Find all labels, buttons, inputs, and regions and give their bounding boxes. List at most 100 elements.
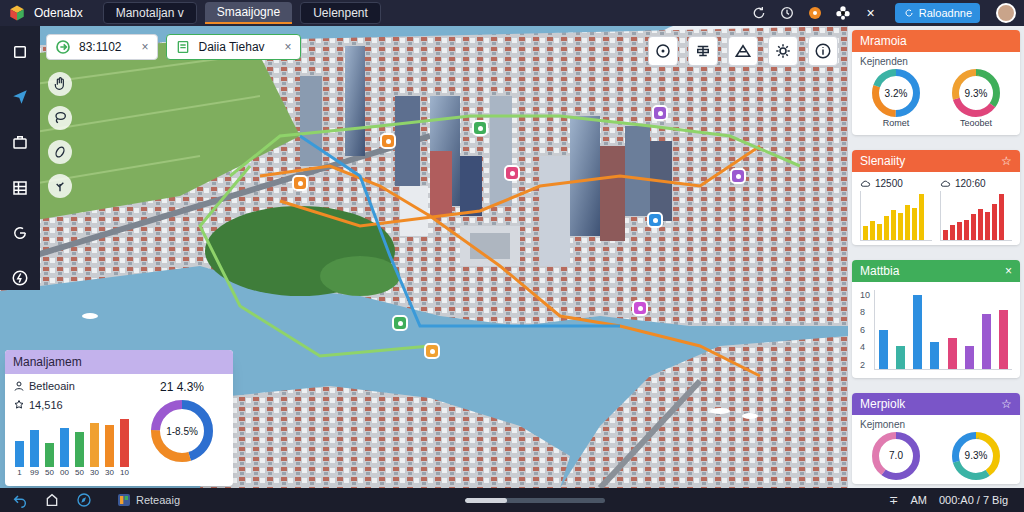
donut-cell: 7.0 <box>872 432 920 480</box>
flower-icon[interactable] <box>835 5 851 21</box>
user-avatar[interactable] <box>996 3 1016 23</box>
sidebar-item[interactable] <box>8 176 32 199</box>
bar-column: 30 <box>88 419 101 478</box>
sidebar-item[interactable] <box>8 221 32 244</box>
mini-chart-value: 12500 <box>875 176 903 191</box>
map-marker[interactable] <box>504 165 520 181</box>
sidebar-item[interactable] <box>8 40 32 63</box>
card-action[interactable]: ☆ <box>1001 152 1012 170</box>
chip-close[interactable]: × <box>273 38 292 56</box>
toolbar-button[interactable] <box>768 36 798 66</box>
taskbar-app[interactable]: Reteaaig <box>108 492 180 509</box>
toolbar-button[interactable] <box>728 36 758 66</box>
donut-segment <box>876 73 917 114</box>
app-logo-icon <box>8 4 26 22</box>
toolbar-button[interactable] <box>688 36 718 66</box>
card-action[interactable]: × <box>1005 262 1012 280</box>
map-marker[interactable] <box>292 175 308 191</box>
status-icon[interactable] <box>807 5 823 21</box>
map-marker[interactable] <box>647 212 663 228</box>
sidebar-item[interactable] <box>8 267 32 290</box>
bar <box>15 441 24 467</box>
map-marker[interactable] <box>652 105 668 121</box>
map-view[interactable]: 83:1102×Daiia Tiehav×ManaljamemBetleoain… <box>0 26 848 488</box>
bar-column: 1 <box>13 419 26 478</box>
donut-segment <box>956 73 997 114</box>
donut-arc <box>956 73 997 114</box>
gear-icon <box>774 42 792 60</box>
map-tool[interactable] <box>48 72 72 96</box>
y-tick: 6 <box>860 325 870 335</box>
toolbar-button[interactable] <box>808 36 838 66</box>
bar <box>948 338 957 369</box>
bar-track <box>45 419 54 467</box>
mini-chart-row: 12500120:60 <box>852 172 1020 245</box>
marker-dot <box>430 349 435 354</box>
rotate-icon[interactable] <box>751 5 767 21</box>
bar <box>912 208 917 240</box>
donut-segment <box>956 435 997 476</box>
map-marker[interactable] <box>392 315 408 331</box>
chip-close[interactable]: × <box>130 38 149 56</box>
panel-card: Mattbia×108642 <box>852 260 1020 378</box>
donut-arc <box>956 73 997 114</box>
bar <box>985 212 990 240</box>
tab[interactable]: Uelenpent <box>300 2 381 24</box>
card-action[interactable]: ☆ <box>1001 395 1012 413</box>
sidebar-item[interactable] <box>8 131 32 154</box>
x-label: 30 <box>90 467 99 478</box>
tab[interactable]: Manotaljan v <box>103 2 197 24</box>
donut-value: 3.2% <box>885 86 908 101</box>
card-header: Slenaiity☆ <box>852 150 1020 172</box>
back-icon <box>12 492 28 508</box>
marker-dot <box>510 171 515 176</box>
bar <box>992 204 997 240</box>
map-tool[interactable] <box>48 140 72 164</box>
bolt-icon <box>11 269 29 287</box>
bar-column <box>913 289 922 369</box>
bar-column <box>948 289 957 369</box>
map-marker[interactable] <box>472 120 488 136</box>
donut-arc <box>876 73 917 114</box>
bar <box>898 213 903 240</box>
clock-icon[interactable] <box>779 5 795 21</box>
panel-card: Merpiolk☆Kejmonen7.09.3% <box>852 393 1020 484</box>
bar <box>930 342 939 369</box>
reload-button[interactable]: Raloadnne <box>895 3 980 23</box>
map-marker[interactable] <box>730 168 746 184</box>
donut-label: Teoobet <box>960 117 992 131</box>
close-button[interactable]: × <box>863 3 879 24</box>
map-tool[interactable] <box>48 106 72 130</box>
map-marker[interactable] <box>632 300 648 316</box>
home-button[interactable] <box>44 492 60 508</box>
scroll-track[interactable] <box>465 498 605 503</box>
search-chip[interactable]: 83:1102× <box>46 34 158 60</box>
map-marker[interactable] <box>424 343 440 359</box>
top-bar: OdenabxManotaljan vSmaaijogneUelenpent×R… <box>0 0 1024 26</box>
donut-segment <box>876 73 917 114</box>
tab[interactable]: Smaaijogne <box>205 2 292 24</box>
card-title: Mramoia <box>860 32 907 50</box>
map-tool[interactable] <box>48 174 72 198</box>
donut-chart: 3.2% <box>872 69 920 117</box>
search-chip[interactable]: Daiia Tiehav × <box>166 34 301 60</box>
donut-arc <box>876 435 917 476</box>
toolbar-button[interactable] <box>648 36 678 66</box>
browser-button[interactable] <box>76 492 92 508</box>
marker-dot <box>658 111 663 116</box>
map-marker[interactable] <box>380 133 396 149</box>
cloud-icon <box>940 178 951 189</box>
sidebar-item[interactable] <box>8 85 32 108</box>
donut-segment <box>156 405 209 458</box>
sidebar <box>0 26 40 290</box>
card-value: 14,516 <box>29 397 63 414</box>
donut-chart: 9.3% <box>952 432 1000 480</box>
scroll-thumb[interactable] <box>465 498 507 503</box>
x-label: 30 <box>105 467 114 478</box>
back-button[interactable] <box>12 492 28 508</box>
branch-icon <box>52 178 68 194</box>
taskbar-right: ∓AM000:A0 / 7 Big <box>889 492 1012 509</box>
chip-text: Daiia Tiehav <box>199 38 265 56</box>
bar <box>950 225 955 240</box>
mini-chart: 12500 <box>860 176 932 241</box>
